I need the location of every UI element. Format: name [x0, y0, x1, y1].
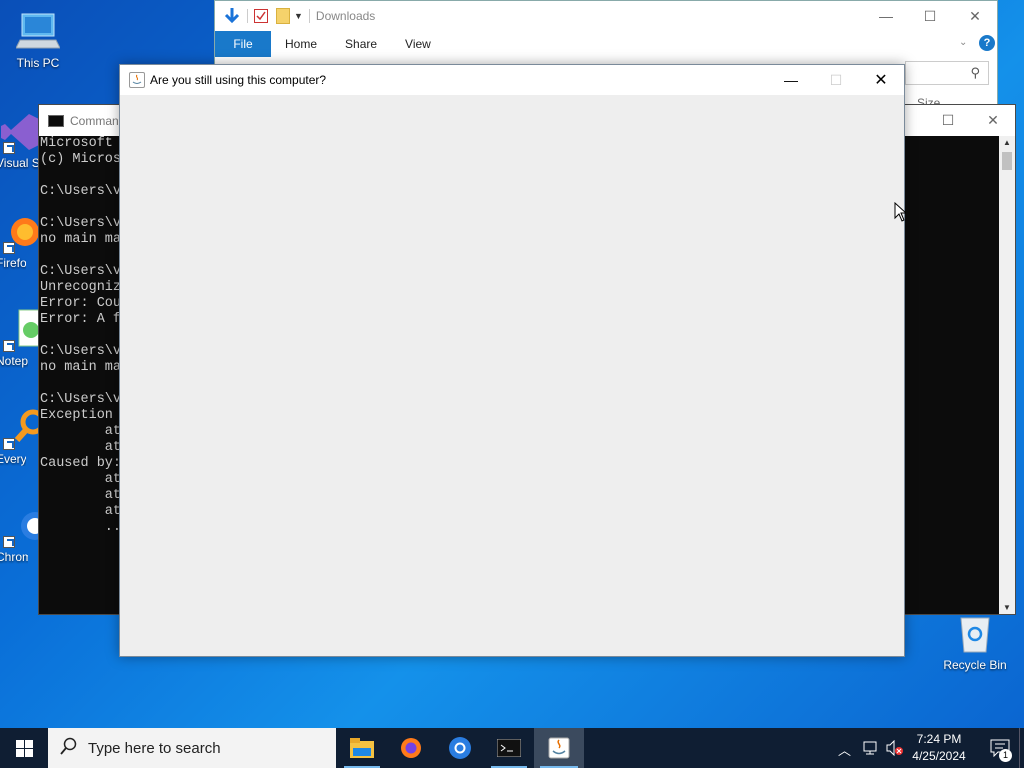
computer-icon — [15, 10, 61, 54]
scroll-down-arrow-icon[interactable]: ▼ — [1003, 603, 1011, 612]
help-icon[interactable]: ? — [979, 35, 995, 51]
explorer-titlebar[interactable]: ▼ Downloads — ☐ ✕ — [215, 1, 997, 31]
search-placeholder: Type here to search — [88, 739, 221, 757]
new-folder-icon[interactable] — [276, 8, 290, 24]
ribbon-tabs: File Home Share View ⌄ ? — [215, 31, 997, 57]
show-desktop-button[interactable] — [1019, 728, 1024, 768]
taskbar-file-explorer[interactable] — [338, 728, 386, 768]
folder-icon — [350, 738, 374, 758]
dialog-title: Are you still using this computer? — [150, 73, 327, 87]
desktop-icon-label: Notepad++ — [0, 354, 28, 368]
close-button[interactable]: ✕ — [858, 65, 904, 95]
scrollbar-thumb[interactable] — [1002, 152, 1012, 170]
idle-check-dialog[interactable]: Are you still using this computer? — ☐ ✕ — [119, 64, 905, 657]
everything-icon — [0, 406, 46, 450]
shortcut-arrow-icon — [3, 438, 15, 450]
tab-view[interactable]: View — [391, 31, 445, 57]
vertical-scrollbar[interactable]: ▲ ▼ — [999, 136, 1015, 614]
java-icon — [548, 737, 570, 759]
taskbar-chrome[interactable] — [436, 728, 484, 768]
chrome-icon — [449, 737, 471, 759]
scroll-up-arrow-icon[interactable]: ▲ — [1003, 138, 1011, 147]
minimize-button[interactable]: — — [768, 65, 814, 95]
shortcut-arrow-icon — [3, 242, 15, 254]
properties-icon[interactable] — [254, 9, 268, 23]
cmd-app-icon — [48, 114, 64, 127]
clock[interactable]: 7:24 PM 4/25/2024 — [910, 731, 968, 765]
firefox-icon — [0, 210, 43, 254]
clock-date: 4/25/2024 — [912, 749, 966, 763]
explorer-title: Downloads — [315, 9, 376, 23]
maximize-button: ☐ — [829, 71, 843, 88]
explorer-search-box[interactable]: ⚲ — [905, 61, 989, 85]
dialog-titlebar[interactable]: Are you still using this computer? — ☐ ✕ — [120, 65, 904, 95]
tab-file[interactable]: File — [215, 31, 271, 57]
close-button[interactable]: ✕ — [970, 105, 1016, 136]
recycle-bin-icon — [953, 612, 997, 656]
visual-studio-icon — [0, 110, 43, 154]
chrome-icon — [0, 504, 49, 548]
minimize-button[interactable]: — — [863, 1, 909, 31]
shortcut-arrow-icon — [3, 340, 15, 352]
dialog-content-area — [120, 95, 904, 656]
desktop-icon-label: Firefox — [0, 256, 26, 270]
volume-muted-icon[interactable] — [886, 739, 904, 759]
chevron-down-icon[interactable]: ▼ — [294, 11, 303, 21]
mouse-cursor-icon — [894, 201, 908, 222]
firefox-icon — [401, 738, 421, 758]
desktop-icon-label: Recycle Bin — [943, 658, 1007, 672]
desktop-icon-label: This PC — [16, 56, 60, 70]
taskbar-firefox[interactable] — [387, 728, 435, 768]
desktop-icon-this-pc[interactable]: This PC — [3, 10, 73, 70]
close-button[interactable]: ✕ — [952, 1, 998, 31]
maximize-button[interactable]: ☐ — [925, 105, 971, 136]
desktop-icon-label: Everything — [0, 452, 26, 466]
notification-count-badge: 1 — [999, 749, 1012, 762]
tab-home[interactable]: Home — [271, 31, 331, 57]
chevron-up-icon[interactable]: ︿ — [838, 740, 851, 759]
network-icon[interactable] — [862, 740, 880, 759]
notepad-plus-plus-icon — [0, 308, 43, 352]
java-icon — [129, 72, 145, 88]
taskbar-search-box[interactable]: Type here to search — [48, 728, 336, 768]
start-button[interactable] — [0, 728, 48, 768]
desktop-icon-label: Chrome — [0, 550, 28, 564]
taskbar-java-app[interactable] — [534, 728, 584, 768]
maximize-button[interactable]: ☐ — [907, 1, 953, 31]
clock-time: 7:24 PM — [916, 732, 962, 746]
divider — [247, 9, 248, 23]
shortcut-arrow-icon — [3, 536, 15, 548]
desktop-icon-recycle-bin[interactable]: Recycle Bin — [940, 612, 1010, 672]
quick-access-download-icon[interactable] — [223, 7, 241, 25]
divider — [308, 9, 310, 23]
windows-logo-icon — [15, 739, 33, 757]
taskbar-command-prompt[interactable] — [485, 728, 533, 768]
terminal-icon — [497, 739, 521, 757]
tab-share[interactable]: Share — [331, 31, 391, 57]
taskbar: Type here to search ︿ 7:24 PM 4/25/2024 … — [0, 728, 1024, 768]
search-icon — [60, 737, 84, 759]
chevron-down-icon[interactable]: ⌄ — [959, 37, 967, 48]
action-center-button[interactable]: 1 — [980, 728, 1020, 768]
shortcut-arrow-icon — [3, 142, 15, 154]
search-icon: ⚲ — [970, 65, 980, 80]
